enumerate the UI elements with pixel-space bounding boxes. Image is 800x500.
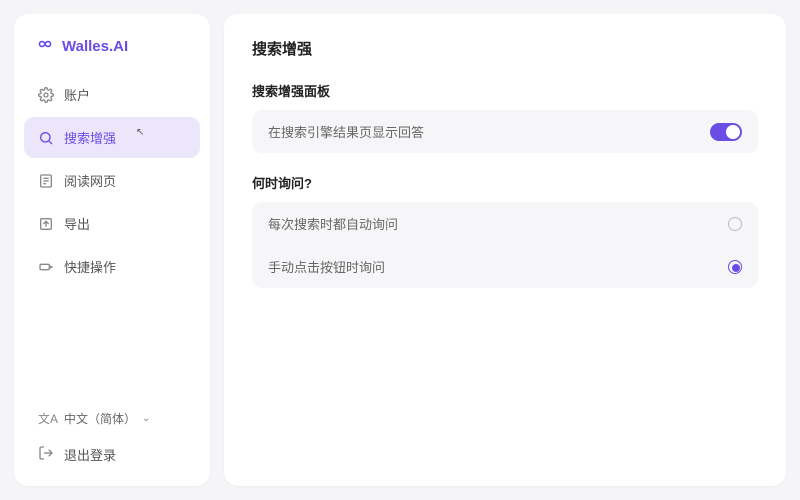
sidebar-item-read-page[interactable]: 阅读网页	[24, 160, 200, 201]
when-options-panel: 每次搜索时都自动询问 手动点击按钮时询问	[252, 202, 758, 288]
option-manual[interactable]: 手动点击按钮时询问	[252, 245, 758, 288]
brand: Walles.AI	[24, 32, 200, 74]
language-icon: 文A	[38, 410, 58, 427]
nav: 账户 搜索增强 ↖ 阅读网页 导出 快捷操作	[24, 74, 200, 287]
toggle-panel: 在搜索引擎结果页显示回答	[252, 110, 758, 153]
option-auto[interactable]: 每次搜索时都自动询问	[252, 202, 758, 245]
toggle-label: 在搜索引擎结果页显示回答	[268, 122, 424, 141]
cursor-icon: ↖	[136, 127, 144, 138]
sidebar-item-label: 账户	[64, 85, 90, 104]
gear-icon	[38, 87, 54, 103]
logout-label: 退出登录	[64, 445, 116, 464]
quick-icon	[38, 259, 54, 275]
option-label: 每次搜索时都自动询问	[268, 214, 398, 233]
brand-name: Walles.AI	[62, 38, 128, 55]
sidebar-item-quick-actions[interactable]: 快捷操作	[24, 246, 200, 287]
sidebar-item-label: 导出	[64, 214, 90, 233]
main-panel: 搜索增强 搜索增强面板 在搜索引擎结果页显示回答 何时询问? 每次搜索时都自动询…	[224, 14, 786, 486]
sidebar: Walles.AI 账户 搜索增强 ↖ 阅读网页 导出	[14, 14, 210, 486]
option-label: 手动点击按钮时询问	[268, 257, 385, 276]
sidebar-item-label: 搜索增强	[64, 128, 116, 147]
radio-manual[interactable]	[728, 260, 742, 274]
sidebar-item-search-enhance[interactable]: 搜索增强 ↖	[24, 117, 200, 158]
chevron-down-icon: ⌄	[142, 413, 150, 424]
search-icon	[38, 130, 54, 146]
sidebar-item-export[interactable]: 导出	[24, 203, 200, 244]
sidebar-item-label: 快捷操作	[64, 257, 116, 276]
infinity-icon	[34, 36, 56, 56]
logout-icon	[38, 445, 54, 464]
sidebar-item-label: 阅读网页	[64, 171, 116, 190]
show-answers-toggle[interactable]	[710, 123, 742, 141]
language-selector[interactable]: 文A 中文（简体） ⌄	[24, 402, 200, 435]
when-section-label: 何时询问?	[252, 173, 758, 192]
language-label: 中文（简体）	[64, 410, 136, 427]
export-icon	[38, 216, 54, 232]
page-title: 搜索增强	[252, 38, 758, 59]
sidebar-item-account[interactable]: 账户	[24, 74, 200, 115]
toggle-row: 在搜索引擎结果页显示回答	[252, 110, 758, 153]
radio-auto[interactable]	[728, 217, 742, 231]
panel-section-label: 搜索增强面板	[252, 81, 758, 100]
document-icon	[38, 173, 54, 189]
logout-button[interactable]: 退出登录	[24, 435, 200, 474]
